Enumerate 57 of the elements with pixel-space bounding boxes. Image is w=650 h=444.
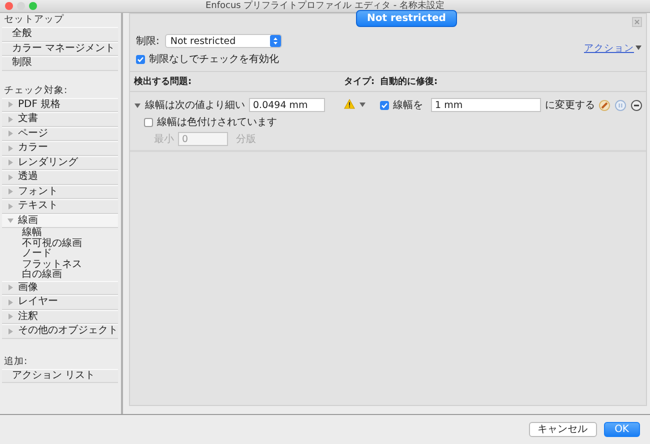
- sidebar-subitem[interactable]: フラットネス: [0, 260, 121, 270]
- unit-label: 分版: [236, 133, 256, 146]
- sidebar-subitem[interactable]: ノード: [0, 249, 121, 260]
- caret-icon[interactable]: [359, 100, 366, 108]
- sidebar-item[interactable]: 文書: [18, 113, 38, 126]
- min-label: 最小: [154, 132, 174, 146]
- window-title: Enfocus プリフライトプロファイル エディタ - 名称未設定: [205, 2, 445, 10]
- sidebar-subitem[interactable]: 線幅: [0, 228, 121, 238]
- checkbox-label: 線幅は色付けされています: [157, 116, 277, 129]
- stepper-icon: [270, 35, 282, 47]
- pause-icon[interactable]: [615, 100, 626, 110]
- column-header: タイプ:: [344, 75, 376, 88]
- section-heading: セットアップ: [3, 13, 65, 27]
- sidebar-item[interactable]: PDF 規格: [18, 98, 61, 111]
- sidebar-item[interactable]: ページ: [18, 128, 48, 140]
- sidebar-subitem[interactable]: 白の線画: [0, 270, 121, 280]
- close-icon[interactable]: [632, 17, 642, 27]
- sidebar-item[interactable]: テキスト: [18, 200, 58, 212]
- sidebar-item[interactable]: カラー マネージメント: [2, 42, 118, 56]
- sidebar-item[interactable]: 注釈: [18, 310, 38, 323]
- sidebar-item[interactable]: カラー: [18, 142, 48, 154]
- sidebar-item[interactable]: 透過: [18, 171, 38, 184]
- pencil-icon[interactable]: [599, 100, 610, 110]
- column-header: 自動的に修復:: [380, 76, 439, 88]
- sidebar-item[interactable]: 線画: [18, 214, 38, 227]
- maximize-icon[interactable]: [29, 2, 37, 10]
- sidebar-subitem[interactable]: 不可視の線画: [0, 238, 121, 249]
- sidebar-item[interactable]: レンダリング: [18, 156, 78, 169]
- sidebar-item[interactable]: フォント: [18, 186, 58, 198]
- cancel-button[interactable]: キャンセル: [528, 422, 597, 437]
- disclosure-icon[interactable]: [7, 217, 14, 224]
- status-badge: Not restricted: [356, 10, 457, 27]
- close-icon[interactable]: [5, 2, 13, 10]
- sidebar-item[interactable]: レイヤー: [18, 296, 58, 308]
- remove-icon[interactable]: [631, 100, 642, 110]
- caret-icon[interactable]: [635, 44, 642, 51]
- action-link[interactable]: アクション: [584, 43, 634, 54]
- input-field[interactable]: 1 mm: [431, 98, 541, 112]
- sidebar-item[interactable]: 制限: [2, 56, 118, 70]
- section-heading: 追加:: [3, 354, 28, 368]
- checkbox-label: 制限なしでチェックを有効化: [149, 52, 279, 66]
- restriction-label: 制限:: [136, 34, 160, 48]
- sidebar-item[interactable]: 全般: [2, 27, 118, 42]
- sidebar-item[interactable]: アクション リスト: [2, 368, 118, 383]
- sidebar-item[interactable]: その他のオブジェクト: [18, 325, 118, 338]
- rule-label: 線幅は次の値より細い: [145, 99, 245, 112]
- input-field[interactable]: 0.0494 mm: [249, 98, 325, 112]
- disclosure-icon[interactable]: [134, 102, 141, 108]
- restriction-select[interactable]: Not restricted: [165, 34, 282, 48]
- checkbox[interactable]: [144, 118, 153, 126]
- checkbox-label: 線幅を: [393, 99, 423, 112]
- fix-suffix: に変更する: [545, 98, 595, 112]
- checkbox[interactable]: [380, 100, 389, 110]
- checkbox[interactable]: [136, 54, 145, 64]
- sidebar-item[interactable]: 画像: [18, 282, 38, 294]
- column-header: 検出する問題:: [134, 75, 193, 88]
- section-heading: チェック対象:: [3, 84, 68, 98]
